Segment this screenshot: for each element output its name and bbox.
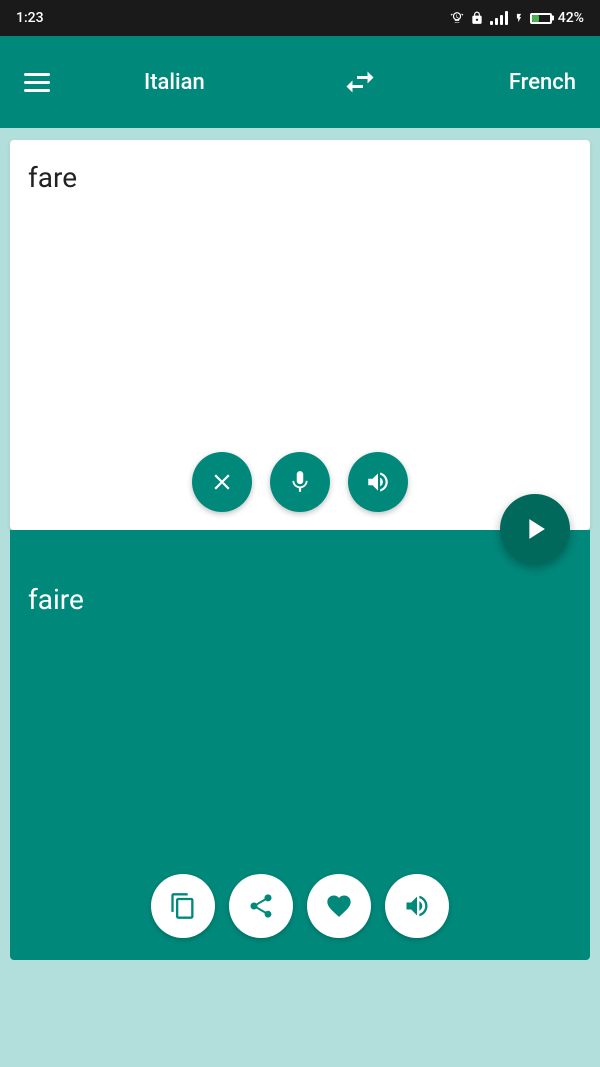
output-actions: [151, 874, 449, 938]
favorite-button[interactable]: [307, 874, 371, 938]
close-icon: [209, 469, 235, 495]
battery-icon: [530, 13, 552, 24]
swap-icon: [342, 64, 378, 100]
swap-languages-button[interactable]: [338, 60, 382, 104]
output-section: faire: [10, 530, 590, 960]
clear-button[interactable]: [192, 452, 252, 512]
status-icons: 42%: [450, 10, 584, 26]
alarm-icon: [450, 11, 464, 25]
send-icon: [518, 512, 552, 546]
volume-icon: [365, 469, 391, 495]
input-text[interactable]: fare: [28, 160, 572, 196]
status-time: 1:23: [16, 10, 44, 26]
translate-button[interactable]: [500, 494, 570, 564]
output-text: faire: [28, 582, 572, 618]
input-actions: [192, 452, 408, 512]
toolbar: Italian French: [0, 36, 600, 128]
copy-button[interactable]: [151, 874, 215, 938]
microphone-button[interactable]: [270, 452, 330, 512]
share-button[interactable]: [229, 874, 293, 938]
status-bar: 1:23 42%: [0, 0, 600, 36]
charging-icon: [514, 11, 524, 25]
speak-output-button[interactable]: [385, 874, 449, 938]
menu-button[interactable]: [24, 73, 50, 92]
target-language[interactable]: French: [476, 70, 576, 95]
speak-input-button[interactable]: [348, 452, 408, 512]
battery-percent: 42%: [558, 10, 584, 26]
mic-icon: [287, 469, 313, 495]
source-language[interactable]: Italian: [144, 70, 244, 95]
share-icon: [247, 892, 275, 920]
input-section: fare: [10, 140, 590, 530]
copy-icon: [169, 892, 197, 920]
heart-icon: [325, 892, 353, 920]
lock-icon: [470, 11, 484, 25]
signal-icon: [490, 11, 508, 25]
volume-output-icon: [403, 892, 431, 920]
